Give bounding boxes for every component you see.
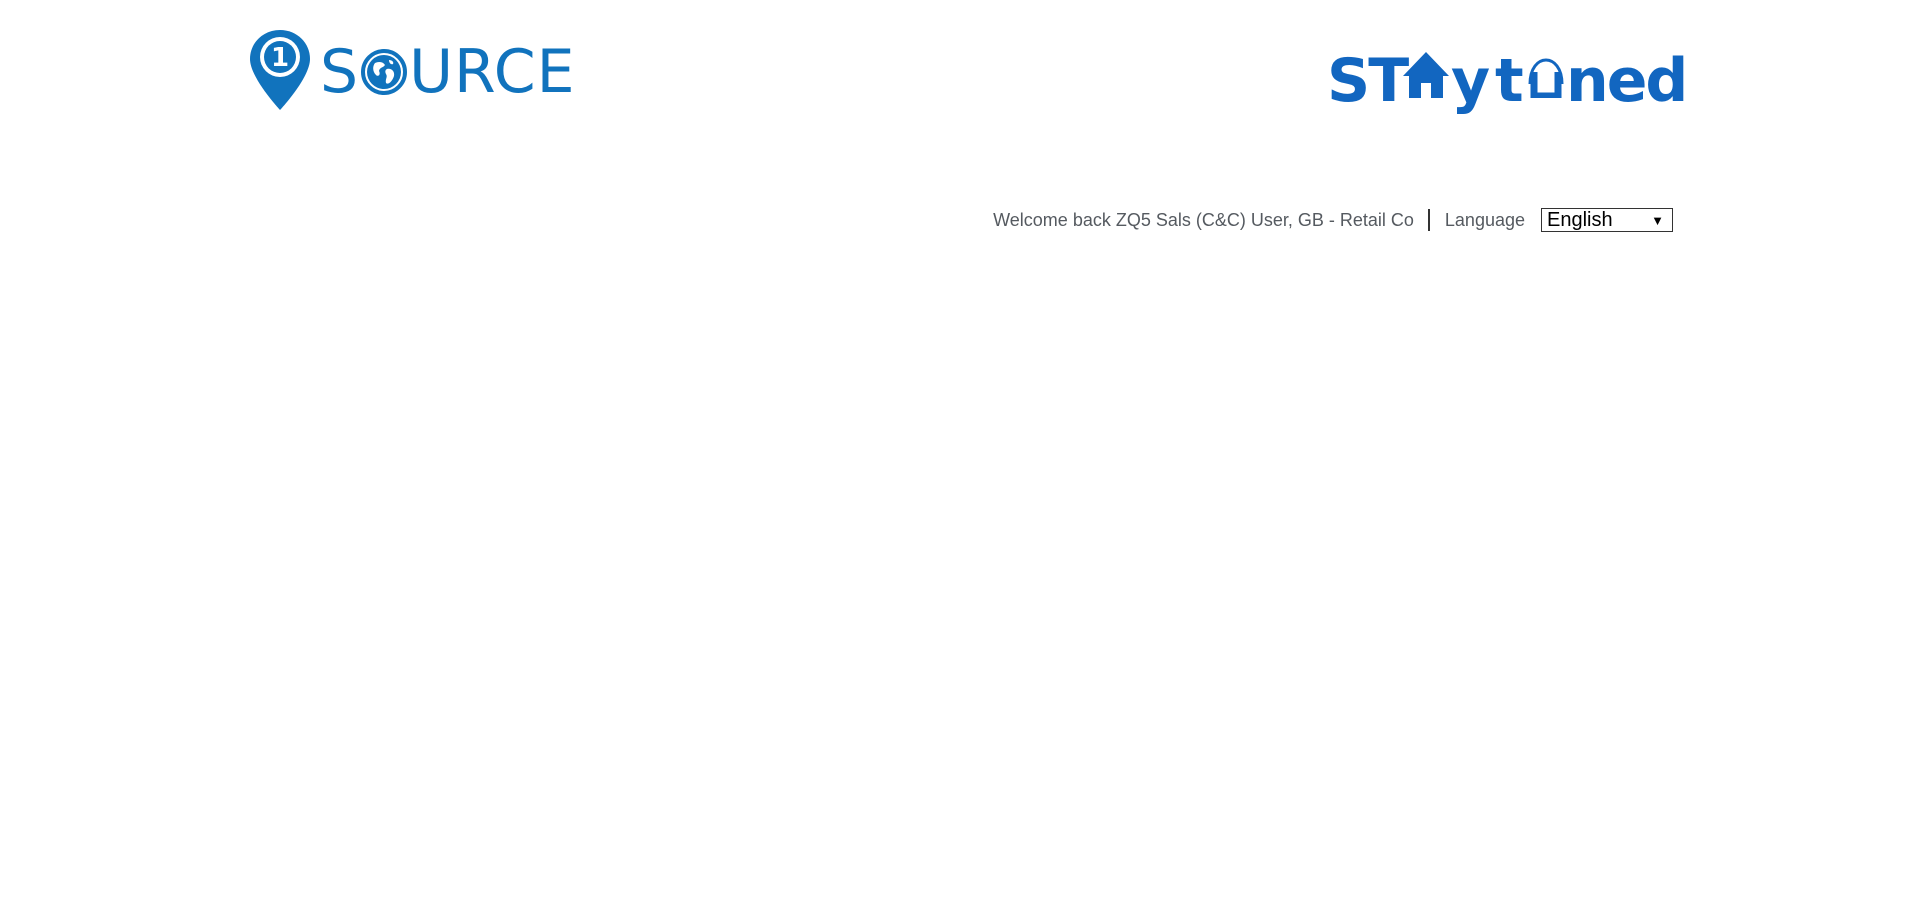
pin-numeral: 1: [271, 43, 289, 73]
language-select[interactable]: English ▼: [1541, 208, 1673, 232]
language-label: Language: [1444, 209, 1525, 230]
stay-tuned-t: t: [1495, 46, 1524, 116]
wordmark-urce: URCE: [409, 37, 576, 107]
location-pin-icon: 1: [250, 30, 310, 110]
wordmark-s: S: [320, 37, 360, 107]
page: 1 S URCE ST y t ned Welcome back ZQ5 Sal…: [0, 0, 1920, 915]
headphones-icon: [1528, 58, 1564, 98]
stay-tuned-st: ST: [1327, 46, 1409, 116]
house-icon: [1403, 52, 1449, 98]
language-selected-value: English: [1547, 208, 1613, 231]
user-bar: Welcome back ZQ5 Sals (C&C) User, GB - R…: [993, 208, 1673, 232]
globe-icon: [361, 49, 408, 95]
stay-tuned-logo: ST y t ned: [1327, 46, 1688, 126]
onesource-wordmark: S URCE: [320, 42, 576, 102]
stay-tuned-ned: ned: [1566, 46, 1688, 116]
onesource-logo[interactable]: 1 S URCE: [248, 28, 575, 114]
stay-tuned-y: y: [1451, 46, 1490, 116]
chevron-down-icon: ▼: [1651, 213, 1664, 228]
divider: [1427, 209, 1430, 231]
welcome-message: Welcome back ZQ5 Sals (C&C) User, GB - R…: [993, 209, 1414, 230]
